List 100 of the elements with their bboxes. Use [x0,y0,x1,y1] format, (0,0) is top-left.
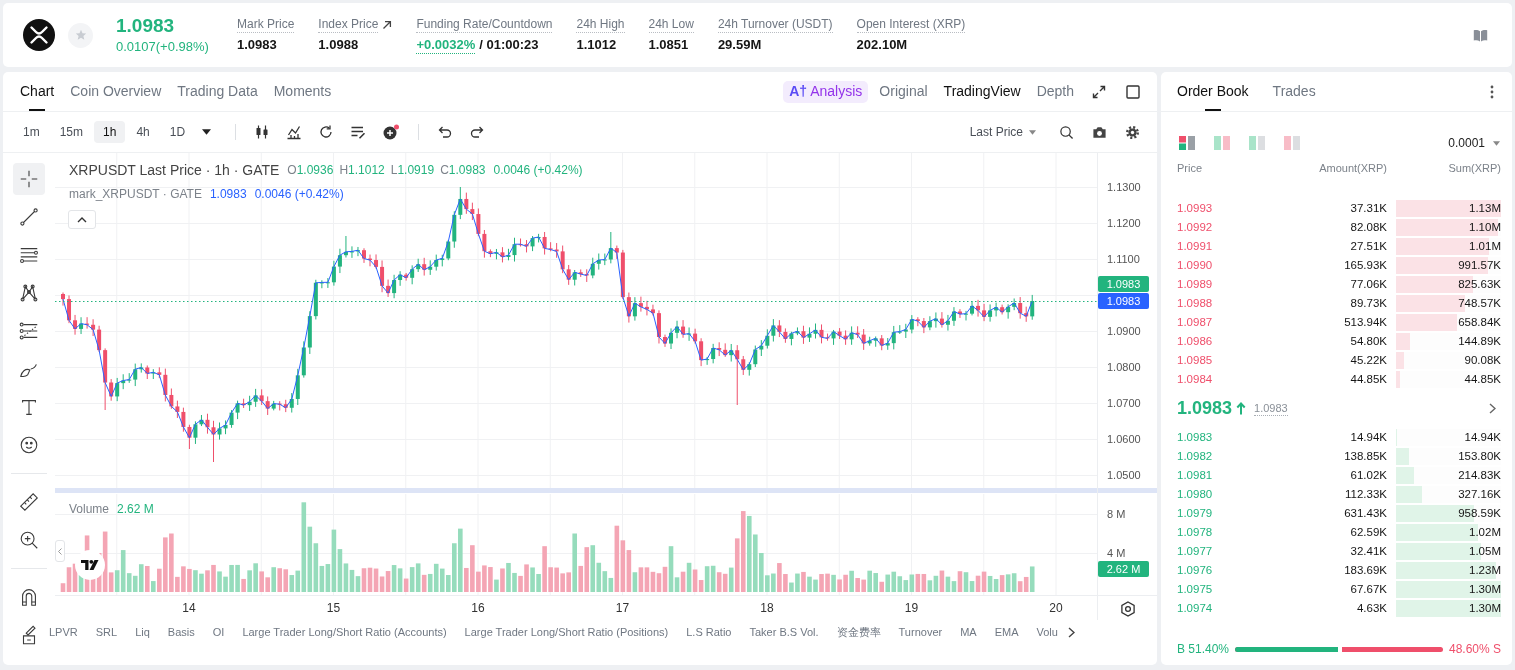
indicator-tab[interactable]: Basis [167,625,195,639]
time-axis-label: 20 [1049,601,1063,615]
ask-sum: 1.13M [1469,200,1501,216]
chevron-right-icon[interactable] [1067,626,1075,638]
indicator-tab[interactable]: Taker B.S Vol. [749,625,819,639]
search-icon[interactable] [1059,124,1074,140]
ask-amount: 165.93K [1344,257,1387,273]
sell-ratio: 48.60% S [1448,641,1501,658]
caret-icon[interactable] [202,129,212,135]
indicator-tab[interactable]: Large Trader Long/Short Ratio (Accounts) [242,625,447,639]
price-axis-label: 1.0600 [1107,433,1141,445]
more-icon[interactable] [1490,84,1494,99]
time-axis-label: 17 [615,601,630,615]
price-source-dropdown[interactable]: Last Price [969,123,1036,141]
bid-price: 1.0977 [1177,543,1213,559]
indicator-tab[interactable]: Turnover [898,625,943,639]
price-axis-label: 1.0500 [1107,469,1141,481]
window-icon[interactable] [1126,84,1140,99]
interval-button[interactable]: 15m [50,121,92,143]
chart-logo-icon [75,550,105,580]
open-book-icon[interactable] [1473,28,1488,42]
indicator-tab[interactable]: OI [212,625,225,639]
bid-amount: 14.94K [1350,429,1387,445]
order-book-tab[interactable]: Trades [1272,72,1316,111]
layout-icon[interactable] [1179,136,1195,150]
price-axis-label: 1.0700 [1107,397,1141,409]
indicator-tab[interactable]: MA [960,625,977,639]
node-network-icon [18,282,40,304]
interval-button[interactable]: 1D [160,121,195,143]
indicator-tab[interactable]: 资金费率 [836,625,881,639]
stat-label: 24h High [576,16,625,33]
stat-label: Index Price [318,16,379,33]
volume-title: Volume [69,501,110,517]
candlestick-icon[interactable] [254,124,271,140]
line-chart-icon[interactable] [286,124,303,140]
trend-line-icon [18,206,40,228]
refresh-icon[interactable] [318,124,335,140]
ohlc-readout: O1.0936 H1.1012 L1.0919 C1.0983 [287,162,486,178]
bid-sum: 14.94K [1464,429,1501,445]
ask-amount: 45.22K [1350,352,1387,368]
camera-icon[interactable] [1092,124,1107,140]
chevron-up-icon [77,216,87,223]
precision-dropdown[interactable]: 0.0001 [1448,134,1500,152]
mark-price: 1.0983 [1254,401,1288,416]
expand-icon[interactable] [1092,84,1106,99]
view-tab[interactable]: Depth [1036,81,1074,102]
indicator-tab[interactable]: Volu [1036,625,1058,639]
ask-sum: 44.85K [1464,371,1501,387]
ask-amount: 44.85K [1350,371,1387,387]
chart-tab[interactable]: Trading Data [177,72,258,111]
stat-value: 1.0988 [318,35,359,53]
analysis-tab[interactable]: A† Analysis [783,80,869,103]
chart-tab[interactable]: Coin Overview [70,72,162,111]
view-tab[interactable]: TradingView [943,81,1021,102]
ask-amount: 513.94K [1344,314,1387,330]
collapse-button[interactable] [68,210,96,229]
interval-button[interactable]: 1h [94,121,126,143]
bid-sum: 1.05M [1469,543,1501,559]
ask-amount: 54.80K [1350,333,1387,349]
ask-amount: 37.31K [1350,200,1387,216]
stat-label: Funding Rate/Countdown [416,16,553,33]
list-edit-icon[interactable] [350,124,367,140]
bid-amount: 61.02K [1350,467,1387,483]
chart-tab[interactable]: Moments [273,72,332,111]
order-book-tab[interactable]: Order Book [1177,72,1249,111]
bid-amount: 62.59K [1350,524,1387,540]
indicator-tab[interactable]: LPVR [49,625,78,639]
view-tab[interactable]: Original [879,81,928,102]
ask-price: 1.0992 [1177,219,1213,235]
ask-sum: 658.84K [1458,314,1501,330]
ask-amount: 89.73K [1350,295,1387,311]
price-tag: 1.0983 [1098,293,1149,309]
indicator-tab[interactable]: L.S Ratio [686,625,732,639]
indicator-tab[interactable]: EMA [994,625,1019,639]
ask-price: 1.0987 [1177,314,1213,330]
stat-value: 1.1012 [576,35,617,53]
stat-label: Open Interest (XRP) [856,16,966,33]
bid-price: 1.0982 [1177,448,1213,464]
caret-icon [1493,140,1500,146]
bid-amount: 4.63K [1356,600,1387,616]
arrow-icon[interactable] [382,19,393,30]
chart-tab[interactable]: Chart [20,72,55,111]
bid-price: 1.0983 [1177,429,1213,445]
price-axis-label: 1.1300 [1107,181,1141,193]
bid-amount: 183.69K [1344,562,1387,578]
settings-icon[interactable] [1121,602,1135,616]
bid-amount: 67.67K [1350,581,1387,597]
indicator-tab[interactable]: Large Trader Long/Short Ratio (Positions) [464,625,669,639]
settings-icon[interactable] [1125,124,1140,140]
ask-sum: 825.63K [1458,276,1501,292]
redo-icon[interactable] [469,124,486,140]
ask-price: 1.0985 [1177,352,1213,368]
undo-icon[interactable] [437,124,454,140]
chevron-right-icon[interactable] [1489,403,1496,414]
plus-circle-icon[interactable] [382,124,401,140]
indicator-tab[interactable]: SRL [95,625,118,639]
interval-button[interactable]: 1m [14,121,49,143]
interval-button[interactable]: 4h [127,121,159,143]
indicator-tab[interactable]: Liq [135,625,150,639]
ask-price: 1.0984 [1177,371,1213,387]
